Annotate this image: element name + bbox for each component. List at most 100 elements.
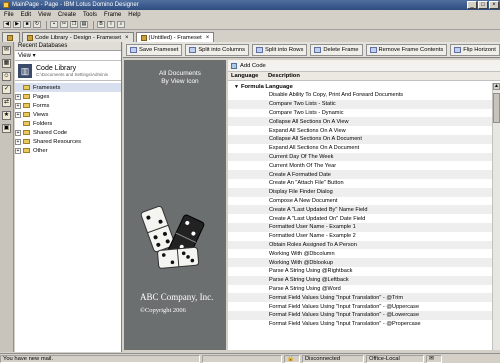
menu-view[interactable]: View: [38, 12, 51, 18]
tree-item-shared-resources[interactable]: + Shared Resources: [15, 137, 121, 146]
code-row[interactable]: Format Field Values Using "Input Transla…: [228, 310, 492, 320]
split-columns-button[interactable]: Split into Columns: [185, 43, 250, 56]
connection-status[interactable]: Disconnected: [302, 354, 364, 363]
databases-icon[interactable]: ▣: [2, 124, 11, 133]
view-dropdown[interactable]: View ▾: [15, 51, 121, 61]
code-row[interactable]: Display File Finder Dialog: [228, 187, 492, 197]
right-frame[interactable]: Add Code Language Description ▼ Formula L…: [228, 60, 500, 350]
scroll-thumb[interactable]: [493, 93, 500, 123]
save-icon[interactable]: ▪: [50, 21, 58, 28]
left-frame[interactable]: All Documents By View Icon ABC Company, …: [124, 60, 226, 350]
code-row[interactable]: Disable Ability To Copy, Print And Forwa…: [228, 91, 492, 100]
split-columns-icon: [189, 46, 197, 53]
code-row[interactable]: Formatted User Name - Example 1: [228, 222, 492, 232]
cut-icon[interactable]: ✂: [60, 21, 68, 28]
tree-item-folders[interactable]: Folders: [15, 119, 121, 128]
code-row[interactable]: Current Day Of The Week: [228, 152, 492, 162]
tab-code-library[interactable]: Code Library - Design - Frameset ×: [22, 32, 134, 42]
code-row[interactable]: Working With @Dblookup: [228, 258, 492, 267]
search-icon[interactable]: ⌕: [117, 21, 125, 28]
code-row[interactable]: Compare Two Lists - Dynamic: [228, 109, 492, 118]
expand-icon[interactable]: +: [15, 147, 21, 154]
library-entry[interactable]: ▥ Code Library C:\Documents and Settings…: [15, 61, 121, 81]
menu-help[interactable]: Help: [128, 12, 140, 18]
favorites-icon[interactable]: ★: [2, 111, 11, 120]
stop-icon[interactable]: ■: [23, 21, 31, 28]
split-rows-button[interactable]: Split into Rows: [252, 43, 308, 56]
menu-file[interactable]: File: [4, 12, 14, 18]
code-row[interactable]: Format Field Values Using "Input Transla…: [228, 320, 492, 329]
flip-horizontal-button[interactable]: Flip Horizont: [450, 43, 500, 56]
code-row[interactable]: Expand All Sections On A Document: [228, 144, 492, 153]
code-row[interactable]: Create A "Last Updated By" Name Field: [228, 205, 492, 215]
code-row[interactable]: Obtain Roles Assigned To A Person: [228, 240, 492, 250]
tree-item-shared-code[interactable]: + Shared Code: [15, 128, 121, 137]
code-row[interactable]: Create An "Attach File" Button: [228, 179, 492, 188]
bold-icon[interactable]: B: [97, 21, 105, 28]
contacts-icon[interactable]: ☺: [2, 72, 11, 81]
close-icon[interactable]: ×: [206, 35, 210, 41]
tab-home[interactable]: [2, 32, 20, 42]
maximize-button[interactable]: □: [478, 1, 488, 9]
code-row[interactable]: Parse A String Using @Word: [228, 285, 492, 294]
button-label: Remove Frame Contents: [378, 46, 444, 53]
tree-item-views[interactable]: + Views: [15, 110, 121, 119]
code-row[interactable]: Collapse All Sections On A View: [228, 117, 492, 127]
add-code-button[interactable]: Add Code: [228, 60, 500, 72]
code-row[interactable]: Compose A New Document: [228, 197, 492, 206]
code-row[interactable]: Format Field Values Using "Input Transla…: [228, 302, 492, 311]
tree-item-other[interactable]: + Other: [15, 146, 121, 155]
close-button[interactable]: ×: [489, 1, 499, 9]
back-icon[interactable]: ◀: [3, 21, 11, 28]
todo-icon[interactable]: ✓: [2, 85, 11, 94]
lock-icon[interactable]: 🔒: [284, 354, 300, 363]
calendar-icon[interactable]: ▦: [2, 59, 11, 68]
code-row[interactable]: Parse A String Using @Rightback: [228, 267, 492, 276]
code-row[interactable]: Format Field Values Using "Input Transla…: [228, 293, 492, 303]
scroll-up-icon[interactable]: ▲: [493, 83, 500, 90]
delete-frame-button[interactable]: Delete Frame: [310, 43, 363, 56]
expand-icon[interactable]: +: [15, 129, 21, 136]
category-row[interactable]: ▼ Formula Language: [228, 83, 492, 91]
save-frameset-button[interactable]: Save Frameset: [126, 43, 183, 56]
copy-icon[interactable]: ❐: [70, 21, 78, 28]
code-row[interactable]: Current Month Of The Year: [228, 161, 492, 170]
code-row[interactable]: Create A Formatted Date: [228, 170, 492, 179]
expand-icon[interactable]: +: [15, 138, 21, 145]
code-row[interactable]: Working With @Dbcolumn: [228, 249, 492, 258]
remove-frame-contents-button[interactable]: Remove Frame Contents: [365, 43, 448, 56]
code-row[interactable]: Parse A String Using @Leftback: [228, 275, 492, 285]
code-row[interactable]: Compare Two Lists - Static: [228, 99, 492, 109]
folder-icon: [23, 103, 30, 108]
italic-icon[interactable]: I: [107, 21, 115, 28]
mail-icon[interactable]: ✉: [2, 46, 11, 55]
refresh-icon[interactable]: ↻: [33, 21, 41, 28]
forward-icon[interactable]: ▶: [13, 21, 21, 28]
menu-frame[interactable]: Frame: [104, 12, 121, 18]
vertical-scrollbar[interactable]: ▲: [492, 83, 500, 350]
tree-item-pages[interactable]: + Pages: [15, 92, 121, 101]
minimize-button[interactable]: _: [467, 1, 477, 9]
menu-tools[interactable]: Tools: [83, 12, 97, 18]
tab-frameset[interactable]: (Untitled) - Frameset ×: [135, 32, 215, 42]
code-row[interactable]: Collapse All Sections On A Document: [228, 134, 492, 144]
location-selector[interactable]: Office-Local: [366, 354, 424, 363]
replicator-icon[interactable]: ⇄: [2, 98, 11, 107]
collapse-triangle-icon[interactable]: ▼: [234, 84, 239, 90]
column-description[interactable]: Description: [268, 73, 300, 79]
expand-icon[interactable]: +: [15, 102, 21, 109]
column-language[interactable]: Language: [228, 73, 268, 79]
menu-edit[interactable]: Edit: [21, 12, 31, 18]
tree-item-framesets[interactable]: Framesets: [15, 83, 121, 92]
paste-icon[interactable]: ▤: [80, 21, 88, 28]
close-icon[interactable]: ×: [125, 35, 129, 41]
menu-create[interactable]: Create: [58, 12, 76, 18]
expand-icon[interactable]: +: [15, 93, 21, 100]
recent-databases-header[interactable]: Recent Databases: [15, 42, 121, 51]
code-row[interactable]: Formatted User Name - Example 2: [228, 232, 492, 241]
code-row[interactable]: Expand All Sections On A View: [228, 126, 492, 135]
expand-icon[interactable]: +: [15, 111, 21, 118]
tree-item-forms[interactable]: + Forms: [15, 101, 121, 110]
code-row[interactable]: Create A "Last Updated On" Date Field: [228, 214, 492, 223]
inbox-icon[interactable]: ✉: [426, 354, 442, 363]
